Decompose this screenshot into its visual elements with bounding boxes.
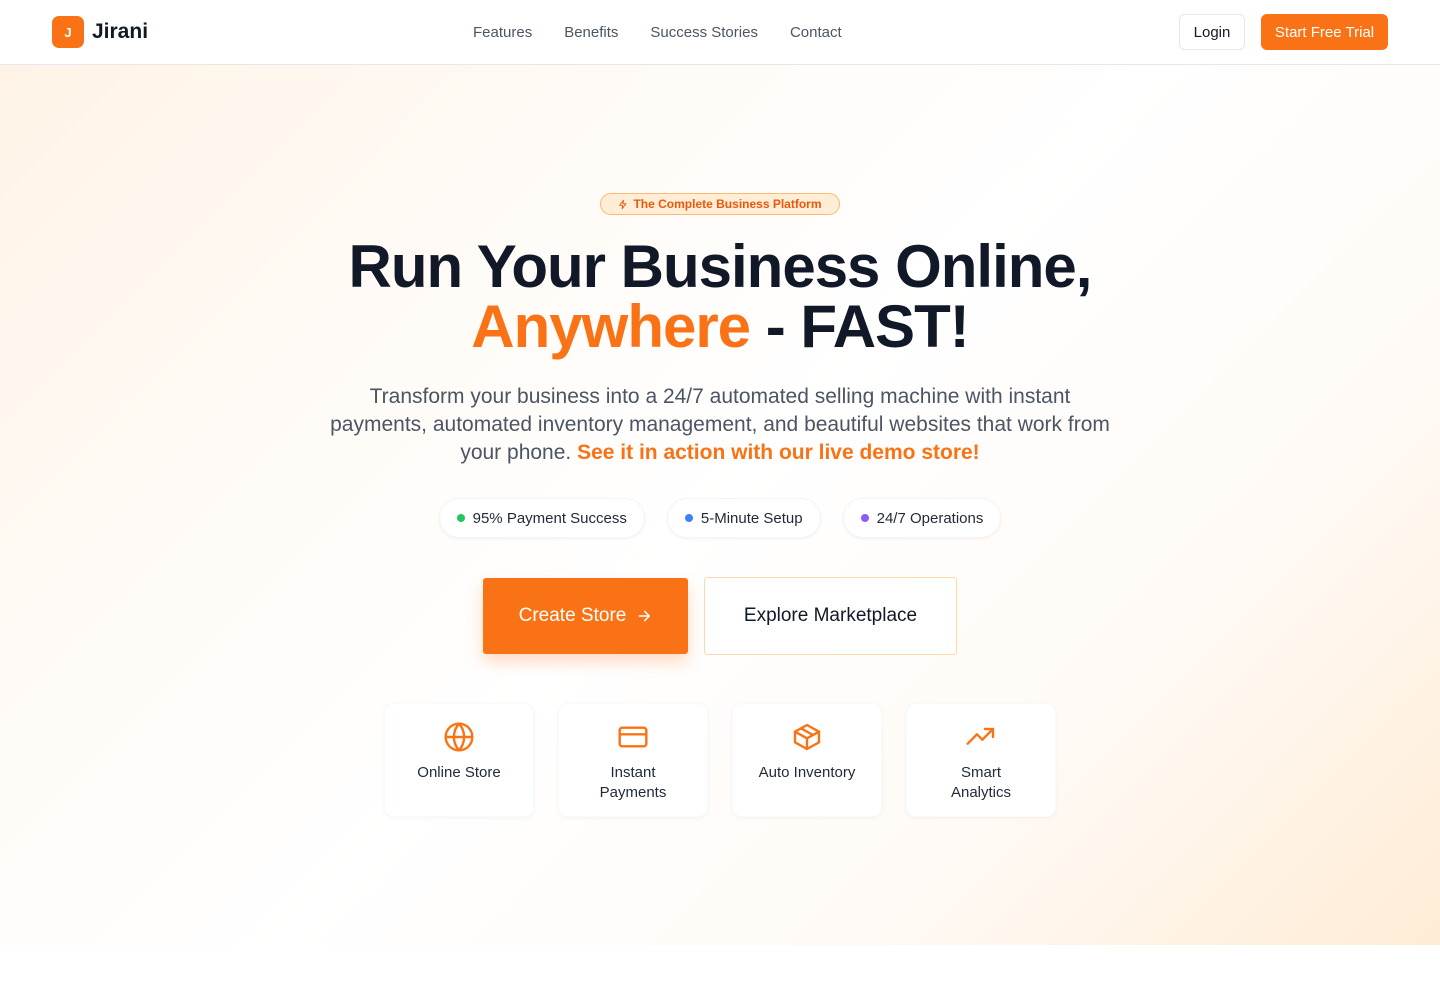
trending-up-icon bbox=[966, 727, 995, 745]
hero-section: The Complete Business Platform Run Your … bbox=[0, 65, 1440, 945]
stats-row: 95% Payment Success 5-Minute Setup 24/7 … bbox=[0, 498, 1440, 538]
feature-card-smart-analytics: Smart Analytics bbox=[906, 703, 1056, 817]
hero-headline: Run Your Business Online, Anywhere - FAS… bbox=[0, 237, 1440, 357]
feature-label: Online Store bbox=[417, 764, 501, 781]
explore-marketplace-button[interactable]: Explore Marketplace bbox=[704, 577, 957, 655]
demo-store-link[interactable]: See it in action with our live demo stor… bbox=[577, 441, 980, 464]
start-free-trial-button[interactable]: Start Free Trial bbox=[1261, 14, 1388, 50]
headline-accent: Anywhere bbox=[471, 293, 751, 360]
feature-label: Instant Payments bbox=[599, 764, 667, 801]
create-store-label: Create Store bbox=[518, 605, 627, 626]
status-dot bbox=[456, 514, 465, 522]
nav-benefits[interactable]: Benefits bbox=[564, 24, 618, 41]
site-header: J Jirani Features Benefits Success Stori… bbox=[0, 0, 1440, 65]
stat-label: 95% Payment Success bbox=[472, 509, 627, 527]
stat-label: 24/7 Operations bbox=[876, 509, 984, 527]
stat-payment-success: 95% Payment Success bbox=[438, 498, 645, 538]
logo-mark: J bbox=[52, 16, 84, 48]
feature-cards: Online Store Instant Payments Auto Inven… bbox=[384, 703, 1056, 817]
nav-features[interactable]: Features bbox=[473, 24, 532, 41]
feature-label: Auto Inventory bbox=[758, 764, 856, 781]
stat-operations: 24/7 Operations bbox=[842, 498, 1002, 538]
status-dot bbox=[684, 514, 693, 522]
package-icon bbox=[793, 723, 821, 751]
stat-setup-time: 5-Minute Setup bbox=[666, 498, 821, 538]
badge-text: The Complete Business Platform bbox=[633, 197, 822, 211]
feature-card-auto-inventory: Auto Inventory bbox=[732, 703, 882, 817]
headline-line1: Run Your Business Online, bbox=[348, 233, 1093, 300]
lightning-icon bbox=[619, 199, 627, 209]
feature-label: Smart Analytics bbox=[950, 764, 1012, 801]
arrow-right-icon bbox=[638, 610, 651, 622]
create-store-button[interactable]: Create Store bbox=[483, 578, 688, 654]
nav-success-stories[interactable]: Success Stories bbox=[650, 24, 758, 41]
logo[interactable]: J Jirani bbox=[52, 16, 148, 48]
feature-card-online-store: Online Store bbox=[384, 703, 534, 817]
status-dot bbox=[860, 514, 869, 522]
stat-label: 5-Minute Setup bbox=[700, 509, 803, 527]
login-button[interactable]: Login bbox=[1179, 14, 1245, 50]
hero-subtitle: Transform your business into a 24/7 auto… bbox=[320, 383, 1120, 467]
main-nav: Features Benefits Success Stories Contac… bbox=[473, 0, 874, 64]
feature-card-instant-payments: Instant Payments bbox=[558, 703, 708, 817]
nav-contact[interactable]: Contact bbox=[790, 24, 842, 41]
headline-rest: - FAST! bbox=[750, 293, 970, 360]
logo-text: Jirani bbox=[92, 20, 149, 43]
credit-card-icon bbox=[618, 726, 648, 748]
globe-icon bbox=[444, 722, 474, 752]
platform-badge: The Complete Business Platform bbox=[600, 193, 840, 215]
